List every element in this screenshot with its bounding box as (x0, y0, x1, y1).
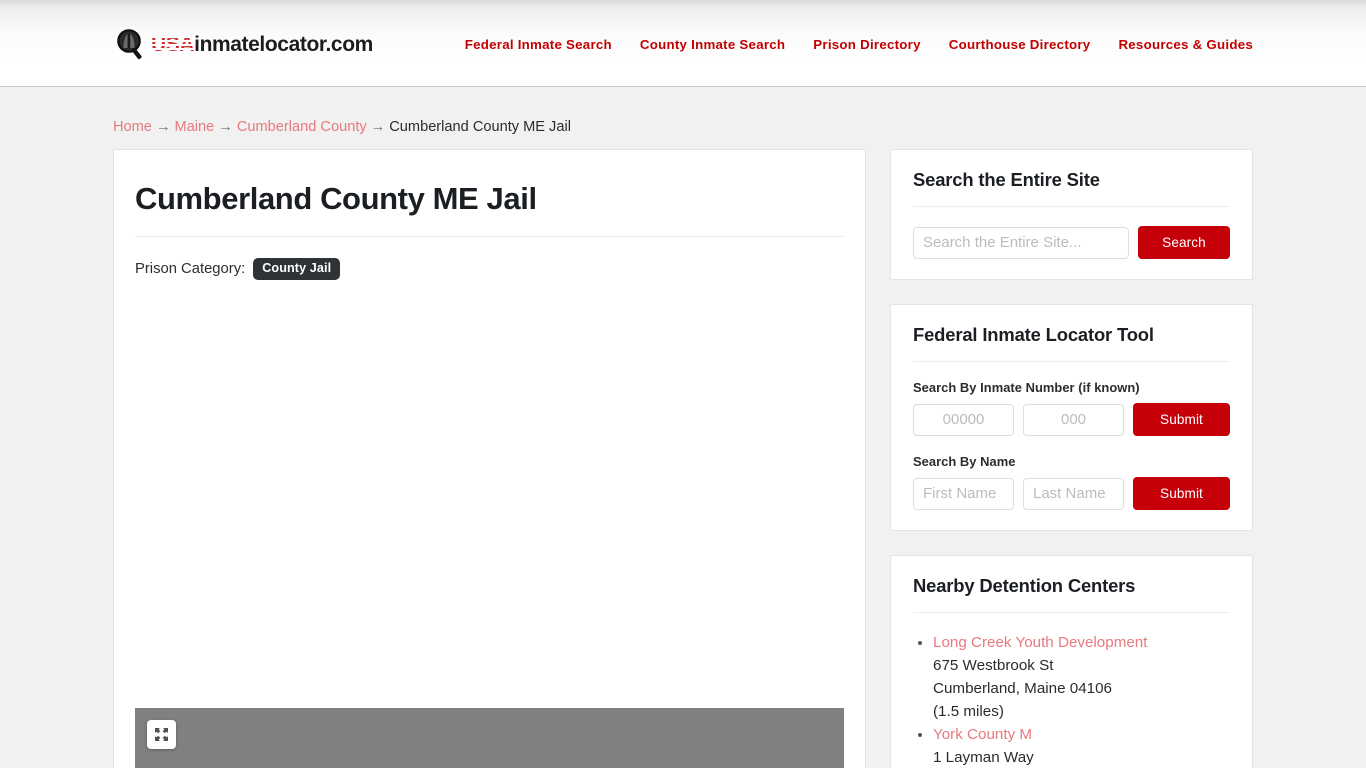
site-logo-usa: USA (151, 32, 195, 56)
site-logo[interactable]: USAinmatelocator.com (114, 28, 373, 60)
nearby-facility-link[interactable]: York County M (933, 723, 1230, 746)
title-divider (135, 236, 844, 237)
federal-tool-title: Federal Inmate Locator Tool (913, 324, 1154, 345)
sidebar: Search the Entire Site Search Federal In… (890, 149, 1253, 768)
search-site-divider (913, 206, 1230, 207)
nearby-facility-distance: (1.5 miles) (933, 703, 1004, 720)
site-header: USAinmatelocator.com Federal Inmate Sear… (0, 0, 1366, 87)
list-item: Long Creek Youth Development 675 Westbro… (933, 631, 1230, 723)
inmate-number-second-field[interactable] (1023, 403, 1124, 436)
inmate-number-label: Search By Inmate Number (if known) (913, 380, 1140, 395)
last-name-field[interactable] (1023, 477, 1124, 510)
main-navigation: Federal Inmate Search County Inmate Sear… (451, 37, 1253, 52)
nearby-detention-centers-widget: Nearby Detention Centers Long Creek Yout… (890, 555, 1253, 768)
nearby-facility-link[interactable]: Long Creek Youth Development (933, 631, 1230, 654)
breadcrumb: Home → Maine → Cumberland County → Cumberland … (113, 87, 1253, 136)
nav-federal-inmate-search[interactable]: Federal Inmate Search (451, 37, 626, 52)
nearby-title: Nearby Detention Centers (913, 575, 1136, 596)
breadcrumb-separator-3: → (370, 119, 386, 135)
header-inner: USAinmatelocator.com Federal Inmate Sear… (113, 0, 1253, 86)
map-fullscreen-button[interactable] (147, 719, 176, 749)
page-wrapper: Home → Maine → Cumberland County → Cumberland … (113, 87, 1253, 768)
inmate-number-first-field[interactable] (913, 403, 1014, 436)
federal-tool-divider (913, 361, 1230, 362)
site-logo-text: USAinmatelocator.com (151, 34, 373, 55)
nearby-facility-street: 675 Westbrook St (933, 657, 1054, 674)
nearby-facility-street: 1 Layman Way (933, 749, 1034, 766)
nearby-list: Long Creek Youth Development 675 Westbro… (913, 631, 1230, 768)
federal-inmate-locator-widget: Federal Inmate Locator Tool Search By In… (890, 304, 1253, 531)
main-content-card: Cumberland County ME Jail Prison Categor… (113, 149, 866, 768)
inmate-number-row: Submit (913, 403, 1230, 436)
prison-category-badge: County Jail (253, 258, 341, 280)
search-site-row: Search (913, 226, 1230, 259)
main-column: Cumberland County ME Jail Prison Categor… (113, 149, 866, 768)
name-submit-button[interactable]: Submit (1133, 477, 1230, 510)
page-title: Cumberland County ME Jail (135, 181, 537, 216)
map-placeholder-space (135, 280, 844, 708)
nav-prison-directory[interactable]: Prison Directory (799, 37, 934, 52)
nearby-divider (913, 612, 1230, 613)
breadcrumb-home[interactable]: Home (113, 119, 152, 135)
breadcrumb-separator-1: → (155, 119, 171, 135)
first-name-field[interactable] (913, 477, 1014, 510)
nav-courthouse-directory[interactable]: Courthouse Directory (935, 37, 1105, 52)
breadcrumb-current: Cumberland County ME Jail (389, 119, 571, 135)
prison-category-label: Prison Category: (135, 260, 246, 277)
map-viewport[interactable] (135, 707, 844, 768)
search-input[interactable] (913, 226, 1129, 259)
nav-resources-guides[interactable]: Resources & Guides (1104, 37, 1253, 52)
site-logo-domain: inmatelocator.com (194, 32, 373, 56)
list-item: York County M 1 Layman Way York, Maine 0… (933, 723, 1230, 768)
search-site-widget: Search the Entire Site Search (890, 149, 1253, 280)
main-card-body: Cumberland County ME Jail Prison Categor… (114, 150, 865, 708)
search-site-title: Search the Entire Site (913, 169, 1100, 190)
breadcrumb-separator-2: → (218, 119, 233, 135)
magnifier-icon (114, 28, 150, 60)
inmate-number-submit-button[interactable]: Submit (1133, 403, 1230, 436)
breadcrumb-county[interactable]: Cumberland County (237, 119, 367, 135)
fullscreen-expand-icon (153, 726, 170, 743)
prison-category: Prison Category: County Jail (135, 258, 844, 280)
content-columns: Cumberland County ME Jail Prison Categor… (113, 149, 1253, 768)
search-by-name-label: Search By Name (913, 454, 1016, 469)
breadcrumb-state[interactable]: Maine (175, 119, 215, 135)
nearby-facility-citystate: Cumberland, Maine 04106 (933, 680, 1112, 697)
search-button[interactable]: Search (1138, 226, 1230, 259)
search-by-name-row: Submit (913, 477, 1230, 510)
nav-county-inmate-search[interactable]: County Inmate Search (626, 37, 799, 52)
